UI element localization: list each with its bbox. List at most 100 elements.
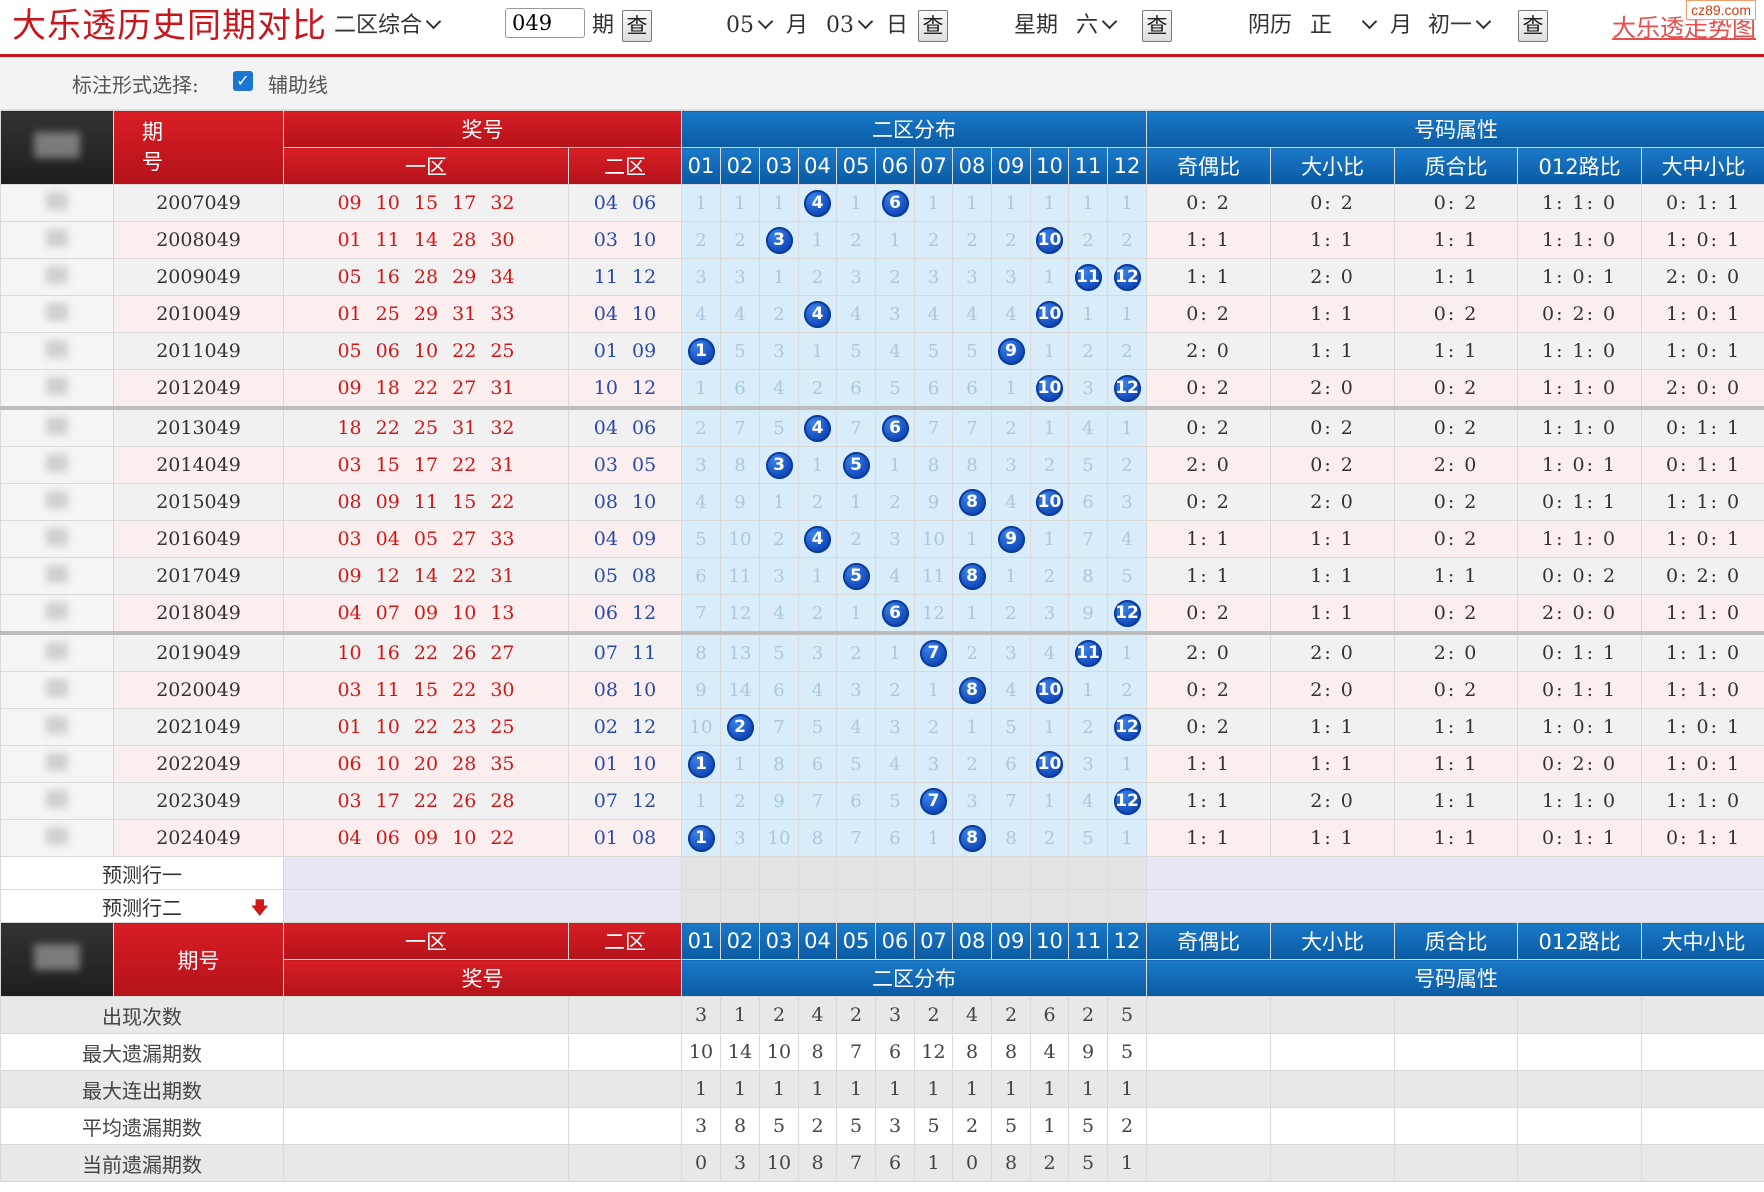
period-cell: 2014049 xyxy=(113,446,284,484)
lunar-day-value: 初一 xyxy=(1428,13,1473,38)
prediction-dist-cell[interactable] xyxy=(798,889,837,923)
hit-ball: 2 xyxy=(726,713,754,741)
prediction-dist-cell[interactable] xyxy=(759,856,799,890)
dist-cell: 11 xyxy=(1068,258,1108,296)
dist-cell: 2 xyxy=(1030,446,1069,484)
attr-cell: 1: 1: 0 xyxy=(1517,406,1643,447)
prediction-dist-cell[interactable] xyxy=(1030,889,1069,923)
attr-cell: 2: 0 xyxy=(1394,446,1519,484)
prize-header: 奖号 xyxy=(283,110,682,148)
prediction-dist-cell[interactable] xyxy=(720,856,760,890)
prediction-dist-cell[interactable] xyxy=(914,856,953,890)
hit-ball: 8 xyxy=(958,562,986,590)
stat-empty-cell xyxy=(568,996,682,1034)
prediction-dist-cell[interactable] xyxy=(1068,889,1108,923)
down-arrow-icon[interactable]: 🡇 xyxy=(250,896,269,922)
prediction-dist-cell[interactable] xyxy=(875,856,915,890)
query-lunar-button[interactable]: 查 xyxy=(1518,10,1548,42)
zone1-numbers: 01 10 22 23 25 xyxy=(283,708,569,746)
dist-cell: 1 xyxy=(720,745,760,783)
attr-cell: 1: 1: 0 xyxy=(1517,221,1643,259)
attr-cell: 0: 1: 1 xyxy=(1517,671,1643,709)
num-col-header-06: 06 xyxy=(875,147,915,185)
attr-cell: 1: 1: 0 xyxy=(1517,369,1643,409)
prediction-dist-cell[interactable] xyxy=(914,889,953,923)
dist-cell: 2 xyxy=(914,221,953,259)
prediction-row-label[interactable]: 预测行一 xyxy=(0,856,284,890)
prediction-dist-cell[interactable] xyxy=(1106,889,1148,923)
query-issue-button[interactable]: 查 xyxy=(622,10,652,42)
month-select-value: 05 xyxy=(726,13,754,38)
stat-empty-cell xyxy=(1394,1033,1519,1071)
prediction-dist-cell[interactable] xyxy=(759,889,799,923)
stat-value: 1 xyxy=(991,1070,1031,1108)
prediction-dist-cell[interactable] xyxy=(1068,856,1108,890)
day-select[interactable]: 03 xyxy=(826,6,874,46)
attr-cell: 0: 2: 0 xyxy=(1517,295,1643,333)
zone2-numbers: 06 12 xyxy=(568,594,682,634)
prediction-dist-cell[interactable] xyxy=(952,856,992,890)
dist-cell: 1 xyxy=(1068,295,1108,333)
dist-cell: 1 xyxy=(836,184,876,222)
issue-input[interactable] xyxy=(505,8,585,38)
prediction-dist-cell[interactable] xyxy=(952,889,992,923)
chevron-down-icon xyxy=(857,13,874,30)
dist-cell: 1 xyxy=(991,184,1031,222)
lunar-month-select[interactable]: 正 xyxy=(1310,6,1378,46)
prediction-dist-cell[interactable] xyxy=(836,856,876,890)
attr-cell: 1: 0: 1 xyxy=(1641,221,1764,259)
attr-cell: 1: 1: 0 xyxy=(1641,594,1764,634)
prediction-prize-cell[interactable] xyxy=(283,889,682,923)
dist-cell: 2 xyxy=(1068,708,1108,746)
zone1-numbers: 01 11 14 28 30 xyxy=(283,221,569,259)
attr-cell: 1: 0: 1 xyxy=(1641,745,1764,783)
hit-ball: 9 xyxy=(997,525,1025,553)
query-weekday-button[interactable]: 查 xyxy=(1142,10,1172,42)
table-row: 2015049 08 09 11 15 22 08 10 4 9 1 2 1 2 9 8 4 10 6 3 0… xyxy=(0,483,1764,521)
prediction-dist-cell[interactable] xyxy=(1106,856,1148,890)
row-blurred-cell xyxy=(0,369,114,409)
prediction-row-label[interactable]: 预测行二 🡇 xyxy=(0,889,284,923)
weekday-select[interactable]: 六 xyxy=(1076,6,1118,46)
dist-cell: 2 xyxy=(798,258,837,296)
footer-attr-col-header: 奇偶比 xyxy=(1146,922,1272,960)
dist-cell: 5 xyxy=(836,332,876,370)
footer-attr-col-header: 大小比 xyxy=(1270,922,1396,960)
mode-select[interactable]: 二区综合 xyxy=(334,6,442,46)
prediction-label-text: 预测行一 xyxy=(102,862,182,887)
prediction-dist-cell[interactable] xyxy=(875,889,915,923)
dist-cell: 10 xyxy=(1030,671,1069,709)
prediction-prize-cell[interactable] xyxy=(283,856,682,890)
dist-cell: 10 xyxy=(1030,483,1069,521)
dist-cell: 4 xyxy=(759,594,799,634)
query-date-button[interactable]: 查 xyxy=(918,10,948,42)
period-sort-header[interactable]: 期 号 排序 ▲▼ xyxy=(113,110,284,185)
month-select[interactable]: 05 xyxy=(726,6,774,46)
dist-cell: 1 xyxy=(681,745,721,783)
dist-cell: 2 xyxy=(720,221,760,259)
dist-cell: 1 xyxy=(952,184,992,222)
guideline-checkbox[interactable]: ✓ xyxy=(233,71,253,91)
dist-cell: 1 xyxy=(952,520,992,558)
zone2-distribution-header: 二区分布 xyxy=(680,110,1148,148)
dist-cell: 10 xyxy=(1030,221,1069,259)
hit-ball: 6 xyxy=(881,189,909,217)
comparison-table: 期 号 排序 ▲▼ 奖号 二区分布 号码属性 一区 二区 01020304050… xyxy=(0,110,1764,1182)
lunar-day-select[interactable]: 初一 xyxy=(1428,6,1492,46)
prediction-dist-cell[interactable] xyxy=(836,889,876,923)
prediction-dist-cell[interactable] xyxy=(681,889,721,923)
stat-value: 6 xyxy=(875,1144,915,1182)
prediction-dist-cell[interactable] xyxy=(991,856,1031,890)
prediction-dist-cell[interactable] xyxy=(1030,856,1069,890)
dist-cell: 6 xyxy=(991,745,1031,783)
dist-cell: 4 xyxy=(1068,406,1108,447)
dist-cell: 8 xyxy=(952,819,992,857)
prediction-dist-cell[interactable] xyxy=(681,856,721,890)
attr-cell: 2: 0 xyxy=(1270,483,1396,521)
guideline-checkbox-label[interactable]: 辅助线 xyxy=(268,69,328,98)
prediction-dist-cell[interactable] xyxy=(798,856,837,890)
hit-ball: 10 xyxy=(1036,226,1063,254)
prediction-dist-cell[interactable] xyxy=(720,889,760,923)
prediction-dist-cell[interactable] xyxy=(991,889,1031,923)
period-cell: 2009049 xyxy=(113,258,284,296)
